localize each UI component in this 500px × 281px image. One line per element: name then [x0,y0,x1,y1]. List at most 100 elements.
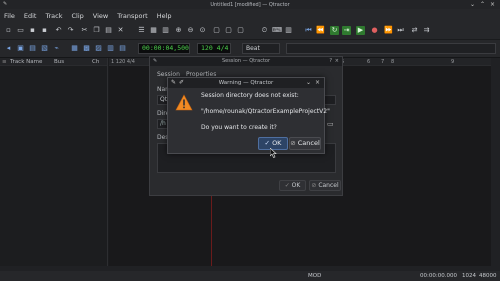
help-icon[interactable]: ? [329,57,332,66]
track-list: ≡ Track Name Bus Ch [0,58,108,266]
undo-icon[interactable]: ↶ [54,26,63,35]
status-buffer: 1024 [462,273,476,279]
cut-icon[interactable]: ✂ [80,26,89,35]
session-dialog-title: ✎ Session — Qtractor ? × [150,57,342,66]
open-folder-icon[interactable]: ▭ [16,26,25,35]
menu-transport[interactable]: Transport [117,12,148,20]
zoom-out-icon[interactable]: ⊖ [186,26,195,35]
normalize-icon[interactable]: ▨ [94,44,103,53]
ruler-mark: 7 [381,59,385,65]
randomize-icon[interactable]: ▥ [106,44,115,53]
session-ok-button[interactable]: ✓ OK [279,180,306,191]
close-icon[interactable]: × [315,78,320,88]
backward-icon[interactable]: ⏪ [316,26,325,35]
status-time: 00:00:00.000 [420,273,457,279]
keyboard-icon[interactable]: ⌨ [272,26,282,35]
cancel-icon: ⊘ [311,182,317,189]
metronome-icon[interactable]: ⏲ [260,26,269,35]
vertical-scrollbar[interactable] [491,58,500,266]
check-icon: ✓ [284,182,290,189]
minimize-icon[interactable]: ⌄ [306,78,311,88]
warning-icon [175,94,193,111]
follow-icon[interactable]: ⇄ [410,26,419,35]
track-list-header: ≡ Track Name Bus Ch [0,58,107,66]
select-range-icon[interactable]: ▤ [28,44,37,53]
record-icon[interactable]: ● [370,26,379,35]
zoom-in-icon[interactable]: ⊕ [174,26,183,35]
files-icon[interactable]: ▢ [212,26,221,35]
menu-bar: File Edit Track Clip View Transport Help [0,9,500,23]
session-cancel-button[interactable]: ⊘ Cancel [309,180,341,191]
status-bar: MOD 00:00:00.000 1024 48000 [0,271,500,281]
connections-icon[interactable]: ▢ [236,26,245,35]
track-number-column: ≡ [2,58,7,65]
edit-mode-icon[interactable]: ◂ [4,44,13,53]
redo-icon[interactable]: ↷ [66,26,75,35]
ruler-mark: 9 [451,59,455,65]
window-titlebar: ✎ Untitled1 [modified] — Qtractor ⌄ ⌃ × [0,0,500,9]
status-mode: MOD [308,273,322,279]
tempo-display[interactable]: 120 4/4 [197,43,231,54]
transpose-icon[interactable]: ▩ [82,44,91,53]
maximize-icon[interactable]: ⌃ [480,1,485,8]
forward-icon[interactable]: ⏩ [384,26,393,35]
col-track-name[interactable]: Track Name [10,59,54,65]
play-icon[interactable]: ▶ [356,26,365,35]
warning-message: Session directory does not exist: [201,92,299,99]
pin-icon[interactable]: ✐ [179,78,184,88]
col-bus[interactable]: Bus [54,59,92,65]
save-icon[interactable]: ▪ [28,26,37,35]
thumb-view[interactable] [286,43,496,54]
browse-folder-icon[interactable]: ▭ [327,120,334,128]
select-rect-icon[interactable]: ▧ [40,44,49,53]
menu-help[interactable]: Help [157,12,172,20]
dialog-app-icon: ✎ [171,79,177,86]
loop-icon[interactable]: ↻ [330,26,339,35]
warning-dialog: ✎ ✐ Warning — Qtractor ⌄ × Session direc… [167,77,330,154]
track-list-icon[interactable]: ☰ [137,26,146,35]
menu-track[interactable]: Track [45,12,62,20]
zoom-reset-icon[interactable]: ⊙ [198,26,207,35]
check-icon: ✓ [264,139,270,147]
select-clip-icon[interactable]: ▣ [16,44,25,53]
mixer-icon[interactable]: ▥ [161,26,170,35]
clip-view-icon[interactable]: ▦ [149,26,158,35]
quantize-icon[interactable]: ▦ [70,44,79,53]
qtractor-icon: ✎ [3,1,8,7]
ruler-mark: 1 120 4/4 [111,59,135,65]
end-icon[interactable]: ⏭ [396,26,405,35]
warning-dialog-title: ✎ ✐ Warning — Qtractor ⌄ × [168,78,324,88]
tempo-map-icon[interactable]: ▥ [284,26,293,35]
col-ch[interactable]: Ch [92,59,104,65]
warning-path: "/home/rounak/QtractorExampleProjectV2" [201,108,330,115]
close-icon[interactable]: × [335,57,339,66]
menu-clip[interactable]: Clip [72,12,84,20]
mouse-cursor-icon [270,148,277,158]
time-display[interactable]: 00:00:04,500 [138,43,190,54]
resize-icon[interactable]: ▤ [118,44,127,53]
ruler-mark: 6 [367,59,371,65]
automation-icon[interactable]: ⌁ [52,44,61,53]
paste-icon[interactable]: ▤ [104,26,113,35]
punch-icon[interactable]: ⇥ [342,26,351,35]
close-icon[interactable]: × [490,1,495,8]
snap-select[interactable]: Beat [242,43,280,54]
menu-edit[interactable]: Edit [24,12,37,20]
delete-icon[interactable]: ✕ [116,26,125,35]
menu-file[interactable]: File [4,12,15,20]
status-rate: 48000 [479,273,497,279]
cancel-icon: ⊘ [290,139,296,147]
window-title: Untitled1 [modified] — Qtractor [210,1,290,8]
new-file-icon[interactable]: ▫ [4,26,13,35]
autoscroll-icon[interactable]: ⇉ [422,26,431,35]
main-toolbar: ▫ ▭ ▪ ▪ ↶ ↷ ✂ ❐ ▤ ✕ ☰ ▦ ▥ ⊕ ⊖ ⊙ ▢ ▢ ▢ ⏲ … [0,23,500,40]
menu-view[interactable]: View [93,12,108,20]
copy-icon[interactable]: ❐ [92,26,101,35]
warning-cancel-button[interactable]: ⊘ Cancel [289,137,321,150]
save-as-icon[interactable]: ▪ [40,26,49,35]
warning-question: Do you want to create it? [201,124,277,131]
minimize-icon[interactable]: ⌄ [470,1,475,8]
dialog-app-icon: ✎ [153,58,158,64]
rewind-icon[interactable]: ⏮ [304,26,313,35]
messages-icon[interactable]: ▢ [224,26,233,35]
